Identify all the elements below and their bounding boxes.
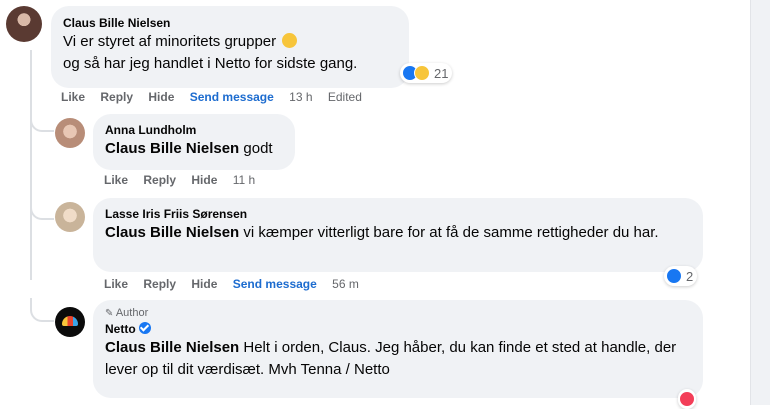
edited-label: Edited bbox=[327, 90, 362, 104]
pencil-icon: ✎ bbox=[105, 308, 114, 319]
thread-line bbox=[30, 50, 32, 280]
mention-tag[interactable]: Claus Bille Nielsen bbox=[105, 140, 239, 157]
reply-text: godt bbox=[239, 140, 273, 157]
send-message-link[interactable]: Send message bbox=[190, 90, 274, 104]
timestamp[interactable]: 11 h bbox=[233, 173, 255, 187]
reply-bubble: Lasse Iris Friis Sørensen Claus Bille Ni… bbox=[93, 198, 703, 272]
avatar[interactable] bbox=[55, 202, 85, 232]
emoji-icon bbox=[282, 33, 298, 48]
reply-actions: Like Reply Hide Send message 56 m bbox=[104, 277, 371, 291]
like-button[interactable]: Like bbox=[104, 277, 128, 291]
thread-connector bbox=[30, 196, 54, 220]
reply-button[interactable]: Reply bbox=[100, 90, 133, 104]
like-button[interactable]: Like bbox=[61, 90, 85, 104]
reply-button[interactable]: Reply bbox=[143, 173, 176, 187]
hide-button[interactable]: Hide bbox=[148, 90, 174, 104]
reaction-summary[interactable] bbox=[678, 389, 696, 409]
reaction-summary[interactable]: 2 bbox=[664, 266, 698, 286]
send-message-link[interactable]: Send message bbox=[233, 277, 317, 291]
reply-button[interactable]: Reply bbox=[143, 277, 176, 291]
like-reaction-icon bbox=[666, 268, 682, 284]
reply-bubble: ✎ Author Netto Claus Bille Nielsen Helt … bbox=[93, 300, 703, 398]
netto-avatar[interactable] bbox=[55, 307, 85, 337]
author-badge: Author bbox=[115, 307, 149, 319]
mention-tag[interactable]: Claus Bille Nielsen bbox=[105, 224, 239, 241]
reaction-summary[interactable]: 21 bbox=[400, 63, 453, 83]
hide-button[interactable]: Hide bbox=[191, 277, 217, 291]
reply-author[interactable]: Lasse Iris Friis Sørensen bbox=[105, 206, 691, 222]
timestamp[interactable]: 56 m bbox=[332, 277, 359, 291]
hide-button[interactable]: Hide bbox=[191, 173, 217, 187]
reply-author[interactable]: Netto bbox=[105, 322, 136, 336]
thread-connector bbox=[30, 298, 54, 322]
comment-text: og så har jeg handlet i Netto for sidste… bbox=[63, 55, 358, 72]
mention-tag[interactable]: Claus Bille Nielsen bbox=[105, 339, 239, 356]
comment-bubble: Claus Bille Nielsen Vi er styret af mino… bbox=[51, 6, 409, 88]
comment-text: Vi er styret af minoritets grupper bbox=[63, 33, 277, 50]
thread-connector bbox=[30, 108, 54, 132]
reaction-count: 21 bbox=[434, 65, 449, 81]
timestamp[interactable]: 13 h bbox=[289, 90, 312, 104]
reply-actions: Like Reply Hide 11 h bbox=[104, 173, 267, 187]
like-button[interactable]: Like bbox=[104, 173, 128, 187]
verified-badge-icon bbox=[139, 322, 152, 334]
comment-thread: Claus Bille Nielsen Vi er styret af mino… bbox=[0, 0, 760, 409]
reply-bubble: Anna Lundholm Claus Bille Nielsen godt bbox=[93, 114, 295, 170]
haha-reaction-icon bbox=[414, 65, 430, 81]
netto-logo-icon bbox=[62, 316, 78, 326]
comment-actions: Like Reply Hide Send message 13 h Edited bbox=[61, 90, 374, 104]
reply-author[interactable]: Anna Lundholm bbox=[105, 122, 283, 138]
reaction-count: 2 bbox=[686, 268, 694, 284]
comment-author[interactable]: Claus Bille Nielsen bbox=[63, 15, 397, 31]
reply-text: vi kæmper vitterligt bare for at få de s… bbox=[239, 224, 659, 241]
avatar[interactable] bbox=[55, 118, 85, 148]
avatar[interactable] bbox=[6, 6, 42, 42]
scrollbar-track[interactable] bbox=[750, 0, 770, 405]
